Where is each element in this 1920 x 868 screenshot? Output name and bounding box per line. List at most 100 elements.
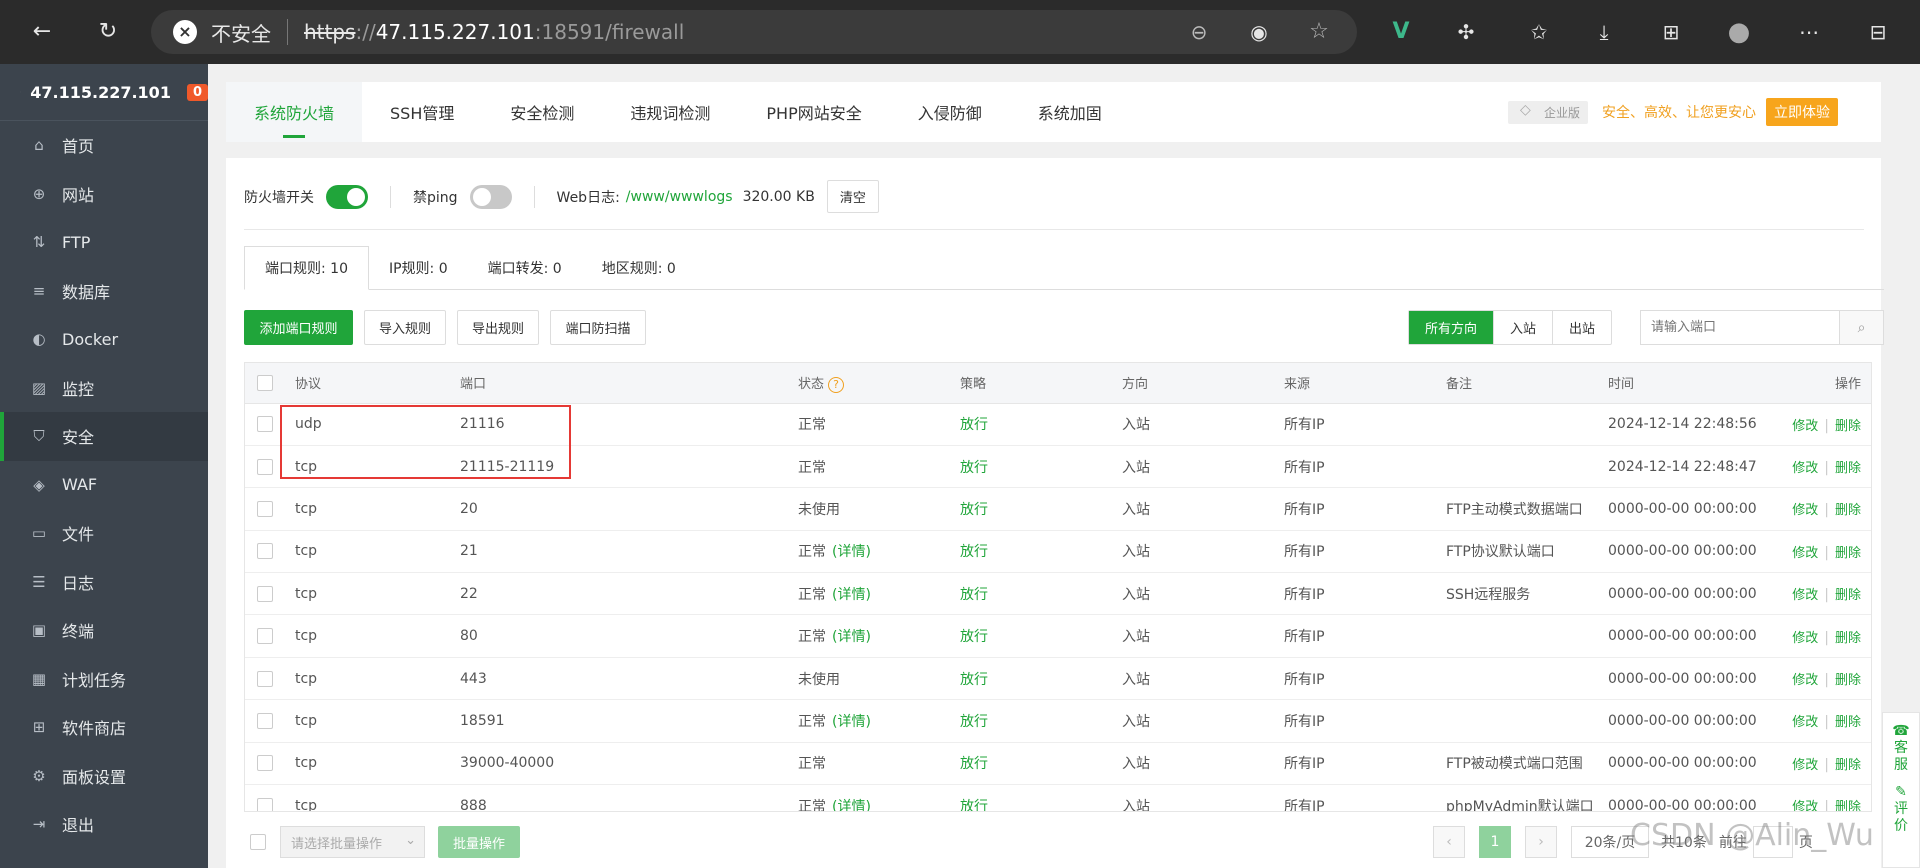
- select-all-checkbox[interactable]: [257, 374, 273, 391]
- row-checkbox[interactable]: [257, 755, 273, 772]
- sidebar-item[interactable]: ⛉ 安全: [0, 412, 208, 461]
- zoom-icon[interactable]: ⊖: [1183, 16, 1215, 48]
- sidebar-item[interactable]: ▦ 计划任务: [0, 655, 208, 704]
- status-detail-link[interactable]: (详情): [832, 799, 871, 811]
- tab[interactable]: SSH管理: [362, 82, 482, 142]
- delete-link[interactable]: 删除: [1835, 419, 1861, 434]
- edit-link[interactable]: 修改: [1792, 758, 1818, 773]
- cell-note[interactable]: FTP主动模式数据端口: [1446, 487, 1608, 531]
- current-page[interactable]: 1: [1479, 826, 1511, 858]
- cell-note[interactable]: FTP被动模式端口范围: [1446, 742, 1608, 786]
- direction-out-button[interactable]: 出站: [1552, 311, 1611, 344]
- row-checkbox[interactable]: [257, 797, 273, 811]
- cell-policy[interactable]: 放行: [960, 403, 1122, 446]
- delete-link[interactable]: 删除: [1835, 461, 1861, 476]
- rule-subtab[interactable]: 地区规则: 0: [582, 246, 696, 289]
- edit-link[interactable]: 修改: [1792, 800, 1818, 811]
- sidebar-item[interactable]: ≡ 数据库: [0, 267, 208, 316]
- extensions-icon[interactable]: ✣: [1450, 16, 1482, 48]
- delete-link[interactable]: 删除: [1835, 631, 1861, 646]
- edit-link[interactable]: 修改: [1792, 546, 1818, 561]
- cell-note[interactable]: [1446, 699, 1608, 743]
- try-now-button[interactable]: 立即体验: [1766, 98, 1838, 126]
- row-checkbox[interactable]: [257, 712, 273, 729]
- direction-all-button[interactable]: 所有方向: [1409, 311, 1494, 344]
- sidebar-server-header[interactable]: 47.115.227.101 0: [0, 64, 208, 121]
- row-checkbox[interactable]: [257, 543, 273, 560]
- tab[interactable]: 系统加固: [1010, 82, 1130, 142]
- cell-policy[interactable]: 放行: [960, 784, 1122, 811]
- cell-policy[interactable]: 放行: [960, 742, 1122, 786]
- collections-icon[interactable]: ⊞: [1655, 16, 1687, 48]
- sidebar-toggle-icon[interactable]: ⊟: [1862, 16, 1894, 48]
- sidebar-item[interactable]: ⇅ FTP: [0, 218, 208, 267]
- cell-note[interactable]: [1446, 614, 1608, 658]
- col-time[interactable]: 时间: [1608, 363, 1768, 404]
- next-page-icon[interactable]: ›: [1525, 826, 1557, 858]
- sidebar-item[interactable]: ◐ Docker: [0, 315, 208, 364]
- clear-log-button[interactable]: 清空: [826, 180, 879, 213]
- sidebar-item[interactable]: ⇥ 退出: [0, 800, 208, 849]
- cell-note[interactable]: FTP协议默认端口: [1446, 530, 1608, 574]
- delete-link[interactable]: 删除: [1835, 758, 1861, 773]
- cell-policy[interactable]: 放行: [960, 657, 1122, 701]
- direction-in-button[interactable]: 入站: [1493, 311, 1552, 344]
- favorite-star-icon[interactable]: ☆: [1303, 16, 1335, 48]
- firewall-toggle[interactable]: [326, 184, 368, 209]
- edit-link[interactable]: 修改: [1792, 461, 1818, 476]
- delete-link[interactable]: 删除: [1835, 800, 1861, 811]
- edit-link[interactable]: 修改: [1792, 715, 1818, 730]
- delete-link[interactable]: 删除: [1835, 588, 1861, 603]
- favorites-icon[interactable]: ✩: [1523, 16, 1555, 48]
- tab[interactable]: PHP网站安全: [738, 82, 889, 142]
- add-port-rule-button[interactable]: 添加端口规则: [244, 310, 353, 345]
- row-checkbox[interactable]: [257, 585, 273, 602]
- status-detail-link[interactable]: (详情): [832, 544, 871, 560]
- customer-service-link[interactable]: 客服: [1893, 740, 1909, 774]
- review-link[interactable]: 评价: [1893, 801, 1909, 835]
- port-scan-protection-button[interactable]: 端口防扫描: [550, 310, 646, 345]
- tab[interactable]: 入侵防御: [890, 82, 1010, 142]
- edit-link[interactable]: 修改: [1792, 631, 1818, 646]
- notification-badge[interactable]: 0: [186, 83, 208, 101]
- page-size-select[interactable]: 20条/页: [1571, 826, 1649, 858]
- edit-link[interactable]: 修改: [1792, 419, 1818, 434]
- tab[interactable]: 系统防火墙: [226, 82, 363, 142]
- col-protocol[interactable]: 协议: [295, 363, 460, 404]
- col-port[interactable]: 端口: [460, 363, 798, 404]
- sidebar-item[interactable]: ⌂ 首页: [0, 121, 208, 170]
- back-arrow-icon[interactable]: ←: [26, 16, 58, 48]
- search-icon[interactable]: ⌕: [1839, 311, 1883, 344]
- more-menu-icon[interactable]: ⋯: [1793, 16, 1825, 48]
- cell-note[interactable]: phpMyAdmin默认端口: [1446, 784, 1608, 811]
- ping-toggle[interactable]: [469, 184, 512, 209]
- delete-link[interactable]: 删除: [1835, 503, 1861, 518]
- tab[interactable]: 安全检测: [482, 82, 602, 142]
- download-icon[interactable]: ⤓: [1588, 16, 1620, 48]
- sidebar-item[interactable]: ⊞ 软件商店: [0, 703, 208, 752]
- batch-action-button[interactable]: 批量操作: [438, 826, 520, 858]
- row-checkbox[interactable]: [257, 416, 273, 433]
- profile-avatar-icon[interactable]: ●: [1723, 16, 1755, 48]
- sidebar-item[interactable]: ◈ WAF: [0, 461, 208, 510]
- help-icon[interactable]: ?: [828, 376, 845, 393]
- rule-subtab[interactable]: 端口转发: 0: [468, 246, 582, 289]
- sidebar-item[interactable]: ⊕ 网站: [0, 170, 208, 219]
- cell-policy[interactable]: 放行: [960, 445, 1122, 489]
- address-bar[interactable]: × 不安全 https://47.115.227.101:18591/firew…: [151, 10, 1357, 54]
- cell-policy[interactable]: 放行: [960, 572, 1122, 616]
- footer-select-all-checkbox[interactable]: [250, 834, 266, 850]
- cell-note[interactable]: [1446, 657, 1608, 701]
- sidebar-item[interactable]: ☰ 日志: [0, 558, 208, 607]
- delete-link[interactable]: 删除: [1835, 673, 1861, 688]
- immersive-reader-icon[interactable]: ◉: [1243, 16, 1275, 48]
- tab[interactable]: 违规词检测: [602, 82, 738, 142]
- rule-subtab[interactable]: IP规则: 0: [369, 246, 468, 289]
- sidebar-item[interactable]: ▣ 终端: [0, 606, 208, 655]
- cell-note[interactable]: SSH远程服务: [1446, 572, 1608, 616]
- import-rules-button[interactable]: 导入规则: [364, 310, 446, 345]
- port-search-input[interactable]: [1641, 311, 1839, 344]
- status-detail-link[interactable]: (详情): [832, 587, 871, 603]
- edit-link[interactable]: 修改: [1792, 503, 1818, 518]
- cell-note[interactable]: [1446, 445, 1608, 489]
